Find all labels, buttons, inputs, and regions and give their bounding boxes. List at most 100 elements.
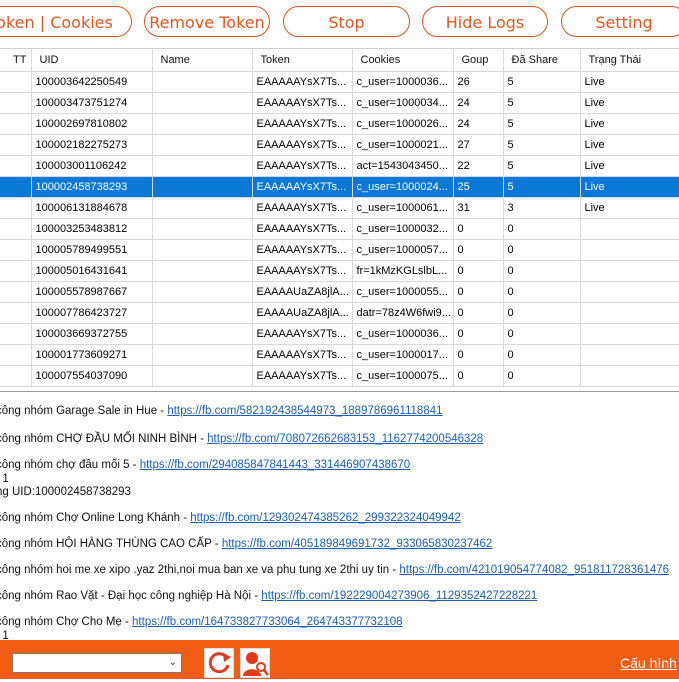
col-header-cookies[interactable]: Cookies bbox=[352, 49, 454, 72]
log-link[interactable]: https://fb.com/708072662683153_116277420… bbox=[207, 433, 483, 445]
cell-uid: 100003473751274 bbox=[31, 92, 153, 114]
col-header-goup[interactable]: Goup bbox=[453, 49, 504, 72]
cell-token: EAAAAAYsX7Ts... bbox=[252, 71, 353, 93]
cell-cookies: c_user=1000057... bbox=[352, 239, 454, 261]
cell-goup: 0 bbox=[453, 323, 504, 345]
cell-status bbox=[580, 260, 679, 282]
cell-shared: 5 bbox=[503, 176, 581, 198]
cell-tt bbox=[0, 134, 32, 156]
log-text: công nhóm HỘI HÀNG THÙNG CAO CẤP - bbox=[0, 538, 222, 550]
table-row[interactable]: 100007554037090 EAAAAAYsX7Ts... c_user=100… bbox=[0, 365, 679, 387]
hide-logs-button[interactable]: Hide Logs bbox=[422, 6, 548, 37]
col-header-token[interactable]: Token bbox=[252, 49, 353, 72]
table-row[interactable]: 100003001106242 EAAAAAYsX7Ts... act=154304… bbox=[0, 155, 679, 177]
cell-cookies: c_user=1000036... bbox=[352, 323, 454, 345]
cell-shared: 5 bbox=[503, 92, 581, 114]
log-line: công nhóm chợ đầu mối 5 - https://fb.com… bbox=[0, 459, 410, 471]
table-row[interactable]: 100002697810802 EAAAAAYsX7Ts... c_user=100… bbox=[0, 113, 679, 135]
col-header-status[interactable]: Trạng Thái bbox=[580, 49, 679, 72]
cell-cookies: c_user=1000021... bbox=[352, 134, 454, 156]
remove-token-button[interactable]: Remove Token bbox=[144, 6, 270, 37]
cell-cookies: c_user=1000017... bbox=[352, 344, 454, 366]
user-search-button[interactable] bbox=[240, 648, 270, 678]
config-link[interactable]: Cấu hình bbox=[620, 655, 677, 671]
log-link[interactable]: https://fb.com/582192438544973_188978696… bbox=[167, 405, 442, 417]
setting-button[interactable]: Setting bbox=[561, 6, 679, 37]
log-link[interactable]: https://fb.com/421019054774082_951811728… bbox=[399, 564, 669, 576]
log-link[interactable]: https://fb.com/294085847841443_331446907… bbox=[140, 459, 411, 471]
cell-goup: 31 bbox=[453, 197, 504, 219]
cell-token: EAAAAAYsX7Ts... bbox=[252, 155, 353, 177]
cell-status bbox=[580, 344, 679, 366]
cell-status: Live bbox=[580, 197, 679, 219]
refresh-button[interactable] bbox=[204, 648, 234, 678]
cell-shared: 0 bbox=[503, 302, 581, 324]
cell-shared: 0 bbox=[503, 323, 581, 345]
cell-uid: 100005016431641 bbox=[31, 260, 153, 282]
cell-tt bbox=[0, 281, 32, 303]
table-row[interactable]: 100003669372755 EAAAAAYsX7Ts... c_user=100… bbox=[0, 323, 679, 345]
stop-button[interactable]: Stop bbox=[283, 6, 410, 37]
cell-name bbox=[152, 281, 253, 303]
table-row[interactable]: 100005578987667 EAAAAUaZA8jlA... c_user=10… bbox=[0, 281, 679, 303]
table-row[interactable]: 100006131884678 EAAAAAYsX7Ts... c_user=100… bbox=[0, 197, 679, 219]
cell-tt bbox=[0, 239, 32, 261]
log-line: công nhóm Chợ Online Long Khánh - https:… bbox=[0, 512, 461, 524]
table-row[interactable]: 100003253483812 EAAAAAYsX7Ts... c_user=100… bbox=[0, 218, 679, 240]
log-link[interactable]: https://fb.com/405189849691732_933065830… bbox=[222, 538, 493, 550]
table-row[interactable]: 100003473751274 EAAAAAYsX7Ts... c_user=100… bbox=[0, 92, 679, 114]
cell-tt bbox=[0, 260, 32, 282]
cell-shared: 0 bbox=[503, 365, 581, 387]
cell-name bbox=[152, 113, 253, 135]
cell-name bbox=[152, 344, 253, 366]
refresh-icon bbox=[208, 652, 231, 674]
cell-token: EAAAAAYsX7Ts... bbox=[252, 113, 353, 135]
log-panel[interactable]: công nhóm Garage Sale in Hue - https://f… bbox=[0, 391, 679, 641]
toolbar: Token | Cookies Remove Token Stop Hide L… bbox=[0, 0, 679, 46]
cell-tt bbox=[0, 176, 32, 198]
table-row[interactable]: 100002182275273 EAAAAAYsX7Ts... c_user=100… bbox=[0, 134, 679, 156]
table-row[interactable]: 100001773609271 EAAAAAYsX7Ts... c_user=100… bbox=[0, 344, 679, 366]
log-line: công nhóm Rao Vặt - Đại học công nghiệp … bbox=[0, 590, 537, 602]
account-select[interactable]: ⌄ bbox=[12, 653, 182, 673]
table-header-row: TT UID Name Token Cookies Goup Đã Share … bbox=[0, 49, 679, 72]
cell-name bbox=[152, 176, 253, 198]
cell-cookies: c_user=1000075... bbox=[352, 365, 454, 387]
log-link[interactable]: https://fb.com/192229004273906_112935242… bbox=[261, 590, 537, 602]
col-header-tt[interactable]: TT bbox=[0, 49, 32, 72]
table-row[interactable]: 100005016431641 EAAAAAYsX7Ts... fr=1kMzKGL… bbox=[0, 260, 679, 282]
cell-shared: 0 bbox=[503, 344, 581, 366]
cell-goup: 22 bbox=[453, 155, 504, 177]
table-row[interactable]: 100005789499551 EAAAAAYsX7Ts... c_user=100… bbox=[0, 239, 679, 261]
cell-token: EAAAAAYsX7Ts... bbox=[252, 365, 353, 387]
cell-name bbox=[152, 302, 253, 324]
cell-name bbox=[152, 71, 253, 93]
cell-token: EAAAAAYsX7Ts... bbox=[252, 92, 353, 114]
cell-token: EAAAAUaZA8jlA... bbox=[252, 302, 353, 324]
log-text: công nhóm hoi me xe xipo .yaz 2thi,noi m… bbox=[0, 564, 400, 576]
log-link[interactable]: https://fb.com/129302474385262_299322324… bbox=[190, 512, 461, 524]
cell-status bbox=[580, 239, 679, 261]
bottom-bar: ⌄ bbox=[0, 640, 679, 679]
cell-cookies: c_user=1000061... bbox=[352, 197, 454, 219]
table-row[interactable]: 100003642250549 EAAAAAYsX7Ts... c_user=100… bbox=[0, 71, 679, 93]
log-link[interactable]: https://fb.com/164733827733064_264743377… bbox=[132, 616, 403, 628]
col-header-uid[interactable]: UID bbox=[31, 49, 153, 72]
cell-name bbox=[152, 323, 253, 345]
cell-shared: 3 bbox=[503, 197, 581, 219]
log-text: công nhóm Garage Sale in Hue - bbox=[0, 405, 168, 417]
col-header-name[interactable]: Name bbox=[152, 49, 253, 72]
table-row[interactable]: 100002458738293 EAAAAAYsX7Ts... c_user=100… bbox=[0, 176, 679, 198]
accounts-grid[interactable]: TT UID Name Token Cookies Goup Đã Share … bbox=[0, 48, 679, 391]
cell-tt bbox=[0, 197, 32, 219]
cell-token: EAAAAAYsX7Ts... bbox=[252, 197, 353, 219]
table-row[interactable]: 100007786423727 EAAAAUaZA8jlA... datr=78z4… bbox=[0, 302, 679, 324]
col-header-shared[interactable]: Đã Share bbox=[503, 49, 581, 72]
cell-status: Live bbox=[580, 134, 679, 156]
cell-tt bbox=[0, 323, 32, 345]
cell-cookies: c_user=1000055... bbox=[352, 281, 454, 303]
cell-name bbox=[152, 155, 253, 177]
cell-name bbox=[152, 239, 253, 261]
cell-goup: 0 bbox=[453, 239, 504, 261]
token-cookies-button[interactable]: Token | Cookies bbox=[0, 6, 132, 37]
